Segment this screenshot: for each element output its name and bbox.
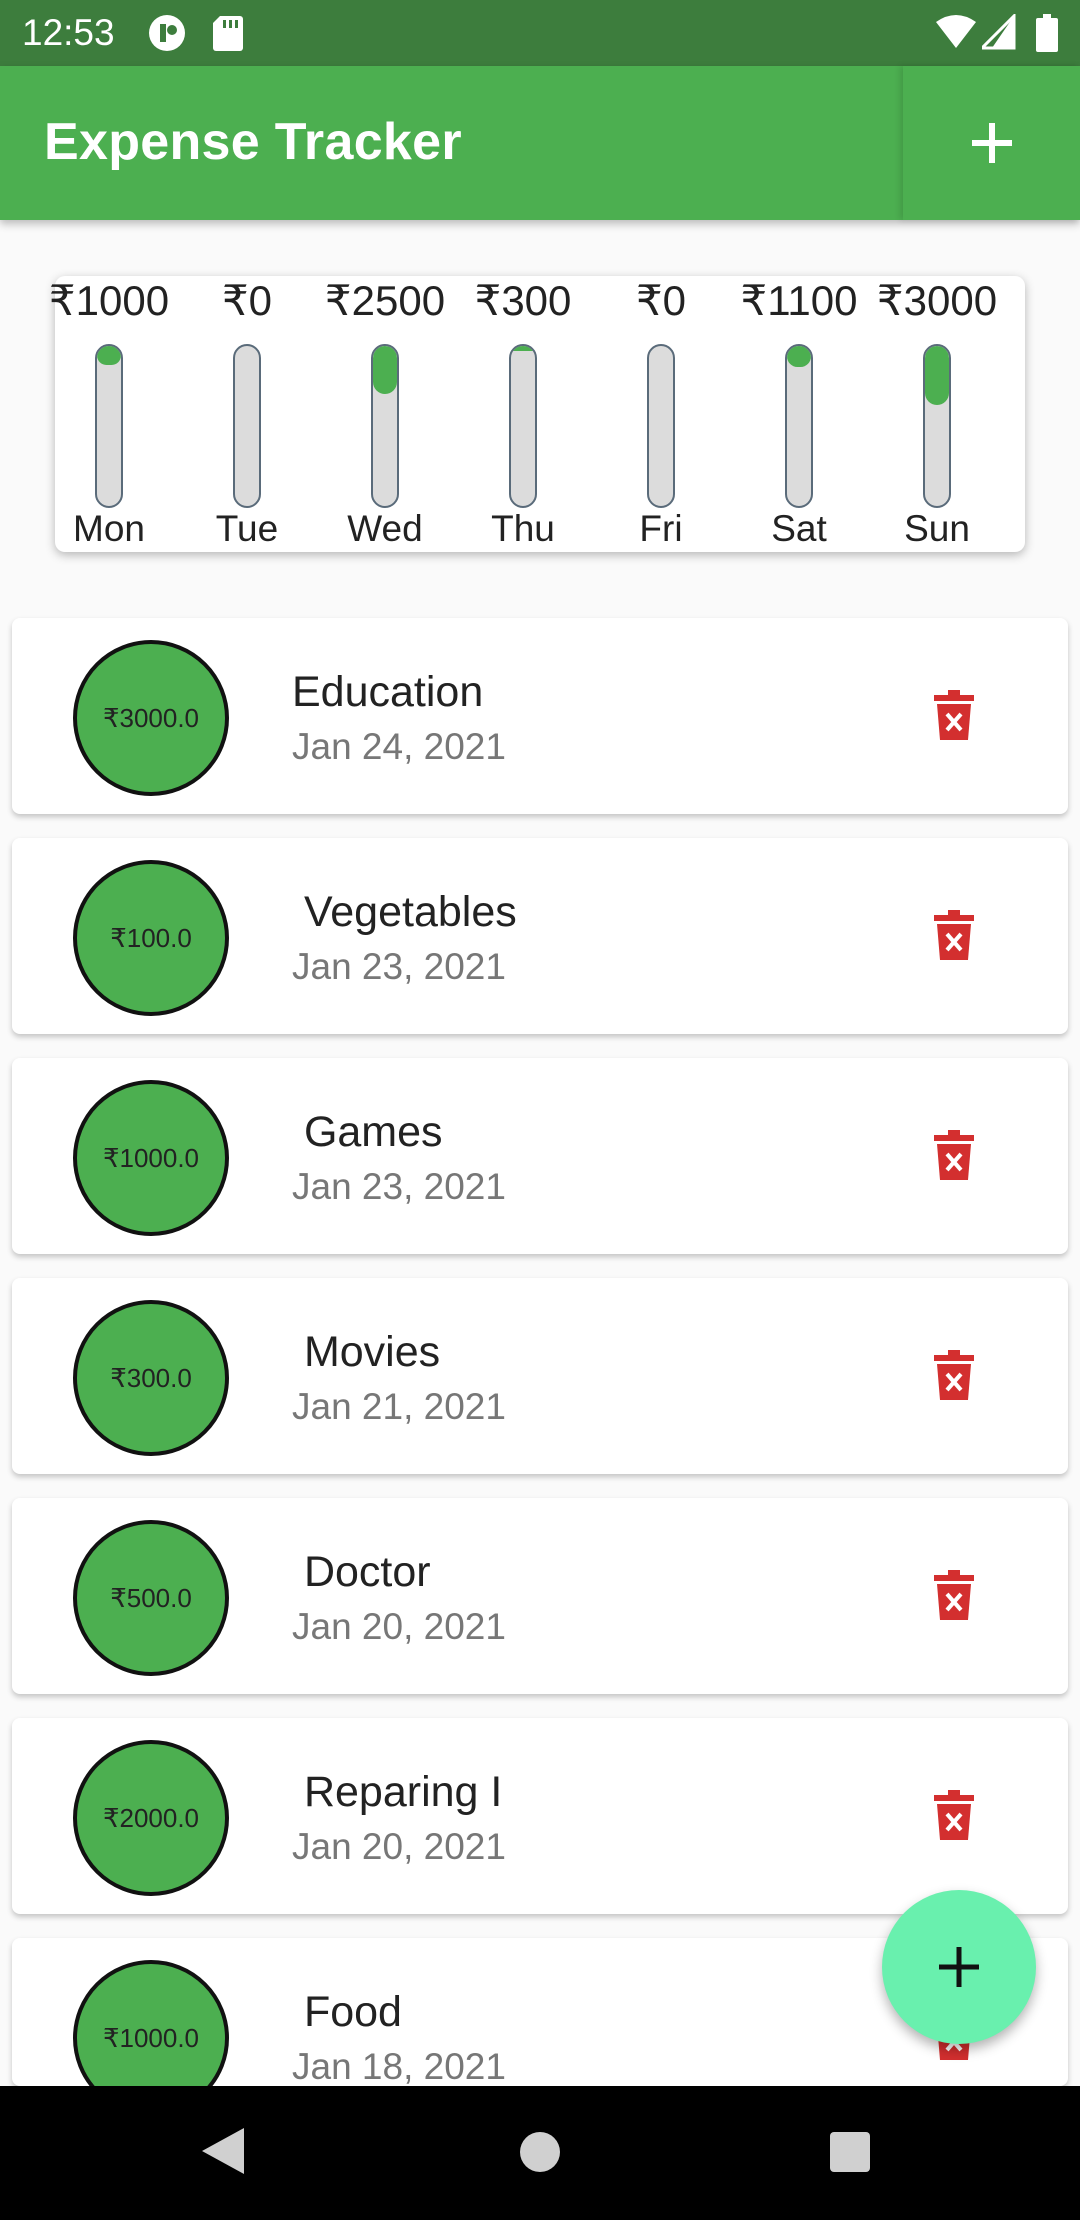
bar-day-label: Sun [904,508,970,549]
bar-fri: ₹0 Fri [591,276,731,552]
status-time: 12:53 [22,12,115,53]
bar-track [509,344,537,508]
bar-track [647,344,675,508]
notification-app-icon [148,14,186,57]
transaction-card[interactable]: ₹300.0 Movies Jan 21, 2021 [12,1278,1068,1474]
transaction-title: Movies [292,1328,441,1376]
transaction-card[interactable]: ₹100.0 Vegetables Jan 23, 2021 [12,838,1068,1034]
transaction-amount: ₹2000.0 [73,1740,229,1896]
bar-fill [925,346,949,406]
bar-fill [373,346,397,394]
bar-day-label: Wed [347,508,423,549]
transaction-date: Jan 20, 2021 [292,1606,506,1647]
bar-track [95,344,123,508]
bar-mon: ₹1000 Mon [39,276,179,552]
transaction-amount: ₹100.0 [73,860,229,1016]
transaction-card[interactable]: ₹2000.0 Reparing I Jan 20, 2021 [12,1718,1068,1914]
bar-day-label: Fri [639,508,683,549]
bar-wed: ₹2500 Wed [315,276,455,552]
delete-button[interactable] [934,1570,986,1626]
transaction-card[interactable]: ₹3000.0 Education Jan 24, 2021 [12,618,1068,814]
app-title: Expense Tracker [44,113,462,171]
bar-thu: ₹300 Thu [453,276,593,552]
delete-button[interactable] [934,1130,986,1186]
home-icon [520,2132,560,2172]
recents-button[interactable] [828,2130,872,2179]
bar-day-label: Sat [771,508,827,549]
trash-icon [934,1130,974,1180]
weekly-chart: ₹1000 Mon ₹0 Tue ₹2500 Wed ₹300 Thu ₹0 Fri ₹1100 Sa… [49,276,1025,552]
transaction-amount: ₹3000.0 [73,640,229,796]
add-transaction-button[interactable] [903,66,1080,220]
home-button[interactable] [518,2130,562,2179]
trash-icon [934,690,974,740]
recents-icon [830,2132,870,2172]
plus-icon [971,123,1012,163]
bar-track [233,344,261,508]
bar-amount-label: ₹0 [635,277,687,324]
bar-amount-label: ₹1000 [48,277,170,324]
delete-button[interactable] [934,910,986,966]
transaction-title: Vegetables [292,888,517,936]
transaction-title: Education [292,668,484,716]
bar-day-label: Mon [73,508,145,549]
bar-track [371,344,399,508]
transaction-date: Jan 21, 2021 [292,1386,506,1427]
transaction-amount: ₹1000.0 [73,1080,229,1236]
bar-amount-label: ₹1100 [740,277,858,324]
delete-button[interactable] [934,1350,986,1406]
trash-icon [934,1350,974,1400]
bar-fill [511,346,535,351]
transaction-date: Jan 23, 2021 [292,1166,506,1207]
bar-day-label: Thu [491,508,555,549]
transaction-amount: ₹1000.0 [73,1960,229,2086]
bar-sat: ₹1100 Sat [729,276,869,552]
trash-icon [934,910,974,960]
back-button[interactable] [200,2126,246,2181]
bar-amount-label: ₹3000 [876,277,998,324]
transaction-card[interactable]: ₹500.0 Doctor Jan 20, 2021 [12,1498,1068,1694]
transaction-date: Jan 24, 2021 [292,726,506,767]
transaction-title: Food [292,1988,402,2036]
plus-icon [939,1947,979,1987]
back-icon [202,2128,244,2174]
bar-amount-label: ₹2500 [324,277,446,324]
transaction-date: Jan 23, 2021 [292,946,506,987]
transaction-amount: ₹500.0 [73,1520,229,1676]
trash-icon [934,1790,974,1840]
status-bar: 12:53 [0,0,1080,66]
transaction-card[interactable]: ₹1000.0 Games Jan 23, 2021 [12,1058,1068,1254]
bar-fill [97,346,121,366]
add-transaction-fab[interactable] [882,1890,1036,2044]
wifi-icon [936,14,976,55]
navigation-bar [0,2086,1080,2220]
sd-card-icon [212,14,244,57]
bar-day-label: Tue [215,508,279,549]
bar-fill [787,346,811,367]
app-bar: Expense Tracker [0,66,1080,220]
bar-track [785,344,813,508]
transaction-date: Jan 18, 2021 [292,2046,506,2086]
bar-tue: ₹0 Tue [177,276,317,552]
transaction-title: Reparing I [292,1768,503,1816]
bar-amount-label: ₹300 [474,277,572,324]
bar-amount-label: ₹0 [221,277,273,324]
signal-icon [978,12,1016,55]
delete-button[interactable] [934,1790,986,1846]
delete-button[interactable] [934,690,986,746]
transaction-title: Games [292,1108,443,1156]
trash-icon [934,1570,974,1620]
bar-sun: ₹3000 Sun [867,276,1007,552]
transaction-title: Doctor [292,1548,431,1596]
transaction-amount: ₹300.0 [73,1300,229,1456]
transaction-date: Jan 20, 2021 [292,1826,506,1867]
bar-track [923,344,951,508]
battery-icon [1036,14,1058,57]
